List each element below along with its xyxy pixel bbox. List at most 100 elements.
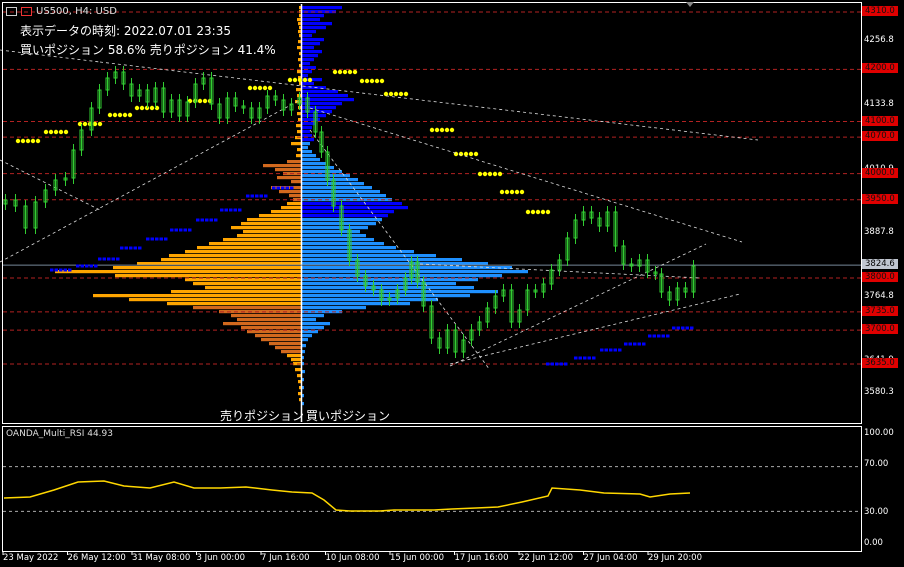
sell-depth-bar xyxy=(205,286,301,290)
dot-marker xyxy=(149,105,155,111)
dot-marker xyxy=(468,151,474,157)
sell-depth-bar xyxy=(113,266,301,270)
sell-depth-bar xyxy=(231,314,301,318)
chart-window-icon[interactable] xyxy=(6,7,17,16)
sell-depth-bar xyxy=(281,350,301,354)
sell-depth-bar xyxy=(298,58,301,62)
sell-depth-bar xyxy=(287,354,301,358)
buy-depth-bar xyxy=(302,362,304,366)
dot-marker xyxy=(129,246,133,250)
dot-marker xyxy=(359,78,365,84)
sell-depth-bar xyxy=(263,164,301,168)
dot-marker xyxy=(514,189,520,195)
dot-marker xyxy=(398,91,404,97)
dot-marker xyxy=(388,91,394,97)
sell-depth-bar xyxy=(298,380,301,384)
dot-marker xyxy=(202,98,208,104)
dot-marker xyxy=(259,194,263,198)
sell-depth-bar xyxy=(291,180,301,184)
price-level-tag: 4310.0 xyxy=(862,6,898,16)
price-level-tag: 3635.0 xyxy=(862,358,898,368)
buy-depth-bar xyxy=(302,338,308,342)
dot-marker xyxy=(364,78,370,84)
buy-depth-bar xyxy=(302,146,308,150)
dot-marker xyxy=(690,326,694,330)
buy-depth-bar xyxy=(302,66,316,70)
dot-marker xyxy=(564,362,568,366)
sell-depth-bar xyxy=(297,112,301,116)
dot-marker xyxy=(63,268,67,272)
sell-depth-bar xyxy=(185,278,301,282)
sell-depth-bar xyxy=(93,294,301,298)
time-axis-label: 31 May 08:00 xyxy=(132,553,191,563)
price-level-tag: 3735.0 xyxy=(862,305,898,316)
sell-depth-bar xyxy=(299,34,301,38)
sell-position-label: 売りポジション xyxy=(220,409,305,423)
time-axis-label: 3 Jun 00:00 xyxy=(196,553,246,563)
dot-marker xyxy=(574,356,578,360)
dot-marker xyxy=(85,264,89,268)
dot-marker xyxy=(124,246,128,250)
time-axis-label: 17 Jun 16:00 xyxy=(454,553,509,563)
dot-marker xyxy=(80,264,84,268)
dot-marker xyxy=(292,77,298,83)
sell-depth-bar xyxy=(193,306,301,310)
price-axis-label: 3887.8 xyxy=(864,227,894,237)
dot-marker xyxy=(89,264,93,268)
sell-depth-bar xyxy=(299,52,301,56)
sell-depth-bar xyxy=(259,214,301,218)
dot-marker xyxy=(613,348,617,352)
dot-marker xyxy=(50,268,54,272)
sell-depth-bar xyxy=(219,310,301,314)
buy-depth-bar xyxy=(302,22,332,26)
dot-marker xyxy=(681,326,685,330)
chart-canvas[interactable] xyxy=(0,0,904,567)
dot-marker xyxy=(302,77,308,83)
dot-marker xyxy=(477,171,483,177)
sell-depth-bar xyxy=(297,148,301,152)
buy-depth-bar xyxy=(302,266,512,270)
dot-marker xyxy=(307,77,313,83)
buy-depth-bar xyxy=(302,378,304,382)
dot-marker xyxy=(592,356,596,360)
sell-depth-bar xyxy=(298,40,301,44)
dot-marker xyxy=(492,171,498,177)
sell-depth-bar xyxy=(269,342,301,346)
dot-marker xyxy=(43,129,49,135)
buy-depth-bar xyxy=(302,162,326,166)
buy-depth-bar xyxy=(302,54,318,58)
dot-marker xyxy=(482,171,488,177)
buy-depth-bar xyxy=(302,344,306,348)
buy-depth-bar xyxy=(302,154,316,158)
buy-position-label: 買いポジション xyxy=(306,409,391,423)
dot-marker xyxy=(347,69,353,75)
buy-depth-bar xyxy=(302,282,456,286)
buy-depth-bar xyxy=(302,386,304,390)
dot-marker xyxy=(68,268,72,272)
dot-marker xyxy=(600,348,604,352)
sell-depth-bar xyxy=(279,190,301,194)
sell-depth-bar xyxy=(299,398,301,402)
dot-marker xyxy=(116,257,120,261)
dot-marker xyxy=(609,348,613,352)
dot-marker xyxy=(229,208,233,212)
one-click-trading-icon[interactable] xyxy=(21,7,32,16)
dot-marker xyxy=(183,228,187,232)
sell-depth-bar xyxy=(247,218,301,222)
dot-marker xyxy=(499,189,505,195)
dot-marker xyxy=(642,342,646,346)
dot-marker xyxy=(290,186,294,190)
dot-marker xyxy=(519,189,525,195)
sell-depth-bar xyxy=(129,298,301,302)
dot-marker xyxy=(578,356,582,360)
sell-depth-bar xyxy=(297,130,301,134)
dot-marker xyxy=(666,334,670,338)
sell-depth-bar xyxy=(255,334,301,338)
sell-depth-bar xyxy=(209,242,301,246)
position-ratio-text: 買いポジション 58.6% 売りポジション 41.4% xyxy=(20,43,276,57)
price-level-tag: 3950.0 xyxy=(862,193,898,204)
sell-depth-bar xyxy=(241,326,301,330)
dot-marker xyxy=(583,356,587,360)
dot-marker xyxy=(102,257,106,261)
dot-marker xyxy=(246,194,250,198)
